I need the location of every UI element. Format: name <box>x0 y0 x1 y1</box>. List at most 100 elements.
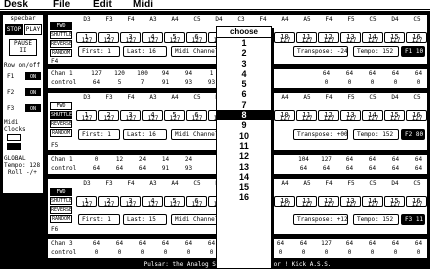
velocity-value[interactable]: 127 <box>142 37 164 44</box>
velocity-value[interactable]: 127 <box>98 37 120 44</box>
clock-out-icon[interactable] <box>7 143 21 150</box>
velocity-value[interactable]: 127 <box>384 37 406 44</box>
popup-option[interactable]: 13 <box>217 162 271 172</box>
strip-value[interactable]: 24 <box>177 155 200 164</box>
menu-desk[interactable]: Desk <box>4 0 28 10</box>
tempo-field[interactable]: Tempo: 152 <box>353 46 399 57</box>
strip-value[interactable]: 120 <box>108 69 131 78</box>
strip-value[interactable]: 0 <box>315 248 338 257</box>
last-step-field[interactable]: Last: 16 <box>123 46 167 57</box>
strip-value[interactable]: 94 <box>177 69 200 78</box>
strip-value[interactable]: 64 <box>384 239 407 248</box>
mode-reverse-button[interactable]: REVERSE <box>50 120 72 128</box>
transpose-field[interactable]: Transpose: +00 <box>293 129 348 140</box>
row-f1-toggle[interactable]: ON <box>25 72 41 80</box>
strip-value[interactable]: 64 <box>384 155 407 164</box>
popup-option[interactable]: 14 <box>217 172 271 182</box>
first-step-field[interactable]: First: 1 <box>78 46 120 57</box>
velocity-value[interactable]: 127 <box>142 201 164 208</box>
velocity-value[interactable]: 127 <box>406 37 428 44</box>
velocity-value[interactable]: 127 <box>362 115 384 122</box>
strip-value[interactable]: 0 <box>407 248 430 257</box>
popup-option[interactable]: 9 <box>217 120 271 130</box>
velocity-value[interactable]: 127 <box>164 115 186 122</box>
transpose-field[interactable]: Transpose: +12 <box>293 214 348 225</box>
row-f3-toggle[interactable]: ON <box>25 104 41 112</box>
popup-option[interactable]: 3 <box>217 59 271 69</box>
velocity-value[interactable]: 127 <box>164 201 186 208</box>
strip-value[interactable]: 0 <box>108 248 131 257</box>
velocity-value[interactable]: 127 <box>318 37 340 44</box>
velocity-value[interactable]: 127 <box>340 201 362 208</box>
strip-value[interactable]: 0 <box>292 248 315 257</box>
mode-fwd-button[interactable]: FWD <box>50 102 72 110</box>
strip-value[interactable]: 64 <box>361 239 384 248</box>
velocity-value[interactable]: 127 <box>76 37 98 44</box>
strip-value[interactable]: 64 <box>338 69 361 78</box>
strip-value[interactable]: 127 <box>315 155 338 164</box>
strip-value[interactable]: 64 <box>292 239 315 248</box>
strip-value[interactable]: 0 <box>315 78 338 87</box>
strip-value[interactable]: 0 <box>361 248 384 257</box>
strip-value[interactable]: 14 <box>154 155 177 164</box>
strip-value[interactable]: 64 <box>85 78 108 87</box>
popup-option[interactable]: 10 <box>217 131 271 141</box>
strip-value[interactable]: 0 <box>85 248 108 257</box>
strip-value[interactable]: 64 <box>361 164 384 173</box>
velocity-value[interactable]: 127 <box>120 115 142 122</box>
strip-value[interactable]: 0 <box>361 78 384 87</box>
velocity-value[interactable]: 127 <box>340 115 362 122</box>
strip-value[interactable]: 5 <box>108 78 131 87</box>
velocity-value[interactable]: 127 <box>274 115 296 122</box>
menu-file[interactable]: File <box>53 0 70 10</box>
last-step-field[interactable]: Last: 15 <box>123 214 167 225</box>
strip-value[interactable]: 64 <box>85 164 108 173</box>
strip-value[interactable]: 64 <box>407 239 430 248</box>
row-f2-toggle[interactable]: ON <box>25 88 41 96</box>
popup-option[interactable]: 1 <box>217 38 271 48</box>
strip-value[interactable]: 64 <box>108 164 131 173</box>
strip-value[interactable]: 64 <box>407 155 430 164</box>
strip-value[interactable]: 0 <box>384 78 407 87</box>
velocity-value[interactable]: 127 <box>76 201 98 208</box>
first-step-field[interactable]: First: 1 <box>78 129 120 140</box>
velocity-value[interactable]: 127 <box>186 201 208 208</box>
strip-value[interactable]: 91 <box>154 164 177 173</box>
popup-option[interactable]: 6 <box>217 89 271 99</box>
play-button[interactable]: PLAY <box>24 24 42 35</box>
strip-value[interactable]: 64 <box>407 164 430 173</box>
strip-value[interactable]: 0 <box>338 248 361 257</box>
velocity-value[interactable]: 127 <box>186 115 208 122</box>
velocity-value[interactable]: 127 <box>296 37 318 44</box>
strip-value[interactable]: 64 <box>131 239 154 248</box>
popup-option[interactable]: 5 <box>217 79 271 89</box>
strip-value[interactable]: 64 <box>269 239 292 248</box>
strip-value[interactable]: 64 <box>384 69 407 78</box>
strip-value[interactable]: 0 <box>85 155 108 164</box>
strip-value[interactable]: 127 <box>315 239 338 248</box>
strip-value[interactable]: 64 <box>384 164 407 173</box>
menu-midi[interactable]: Midi <box>133 0 153 10</box>
global-tempo[interactable]: Tempo: 128 <box>4 162 40 169</box>
velocity-value[interactable]: 127 <box>362 201 384 208</box>
velocity-value[interactable]: 127 <box>164 37 186 44</box>
transpose-field[interactable]: Transpose: -24 <box>293 46 348 57</box>
function-key-field[interactable]: F1 10 <box>401 46 425 57</box>
strip-value[interactable]: 64 <box>292 164 315 173</box>
strip-value[interactable]: 64 <box>361 69 384 78</box>
strip-value[interactable]: 0 <box>154 248 177 257</box>
mode-reverse-button[interactable]: REVERSE <box>50 206 72 214</box>
velocity-value[interactable]: 127 <box>76 115 98 122</box>
mode-random-button[interactable]: RANDOM <box>50 215 72 223</box>
clock-in-icon[interactable] <box>7 134 21 141</box>
velocity-value[interactable]: 127 <box>296 115 318 122</box>
tempo-field[interactable]: Tempo: 152 <box>353 129 399 140</box>
strip-value[interactable]: 104 <box>292 155 315 164</box>
velocity-value[interactable]: 127 <box>98 115 120 122</box>
mode-random-button[interactable]: RANDOM <box>50 49 72 57</box>
velocity-value[interactable]: 127 <box>340 37 362 44</box>
last-step-field[interactable]: Last: 16 <box>123 129 167 140</box>
velocity-value[interactable]: 127 <box>98 201 120 208</box>
velocity-value[interactable]: 127 <box>384 201 406 208</box>
strip-value[interactable]: 64 <box>108 239 131 248</box>
